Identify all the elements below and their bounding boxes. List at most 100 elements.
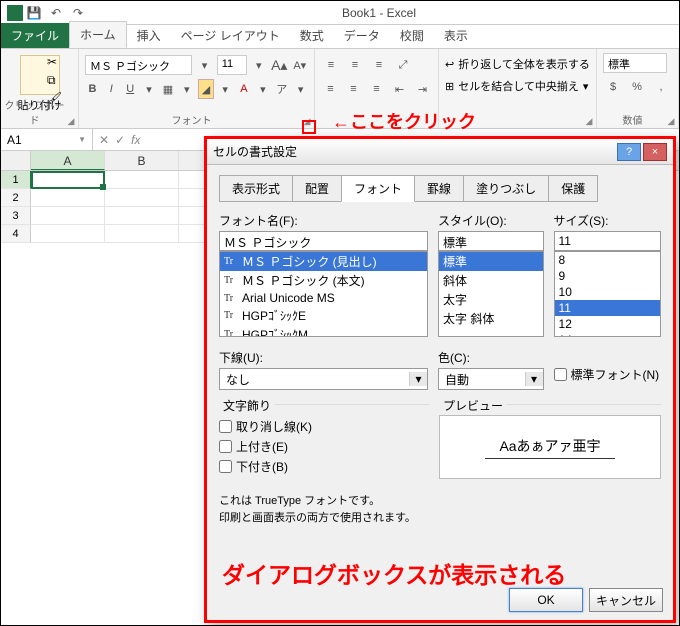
checkbox-icon[interactable] — [219, 440, 232, 453]
superscript-checkbox[interactable]: 上付き(E) — [219, 438, 429, 455]
undo-icon[interactable]: ↶ — [49, 6, 63, 20]
font-name-input[interactable]: ＭＳ Ｐゴシック — [219, 231, 428, 251]
font-name-box[interactable]: ＭＳ Ｐゴシック — [85, 55, 192, 75]
alignment-launcher-icon[interactable]: ◢ — [584, 116, 594, 126]
shrink-font-icon[interactable]: A▾ — [292, 55, 308, 75]
col-header-b[interactable]: B — [105, 151, 179, 170]
list-item[interactable]: 太字 斜体 — [439, 309, 543, 328]
ok-button[interactable]: OK — [509, 588, 583, 612]
list-item[interactable]: TrHGPｺﾞｼｯｸM — [220, 325, 427, 337]
row-header-2[interactable]: 2 — [1, 189, 31, 207]
cell[interactable] — [105, 225, 179, 243]
list-item[interactable]: TrHGPｺﾞｼｯｸE — [220, 306, 427, 325]
chevron-down-icon[interactable]: ▾ — [525, 372, 543, 386]
border-icon[interactable]: ▦ — [161, 79, 176, 99]
select-all-corner[interactable] — [1, 151, 31, 170]
font-name-list[interactable]: TrＭＳ Ｐゴシック (見出し) TrＭＳ Ｐゴシック (本文) TrArial… — [219, 251, 428, 337]
fill-handle[interactable] — [100, 184, 106, 190]
font-size-input[interactable]: 11 — [554, 231, 661, 251]
fill-color-icon[interactable]: ◢ — [198, 79, 213, 99]
bold-button[interactable]: B — [85, 79, 100, 99]
cell[interactable] — [31, 189, 105, 207]
row-header-4[interactable]: 4 — [1, 225, 31, 243]
align-left-icon[interactable]: ≡ — [321, 79, 340, 99]
row-header-3[interactable]: 3 — [1, 207, 31, 225]
active-cell[interactable] — [31, 171, 105, 189]
tab-home[interactable]: ホーム — [69, 21, 127, 48]
tab-insert[interactable]: 挿入 — [127, 23, 171, 48]
indent-inc-icon[interactable]: ⇥ — [413, 79, 432, 99]
tab-border[interactable]: 罫線 — [414, 175, 464, 202]
cell[interactable] — [31, 225, 105, 243]
indent-dec-icon[interactable]: ⇤ — [390, 79, 409, 99]
font-size-list[interactable]: 8 9 10 11 12 14 — [554, 251, 661, 337]
color-dropdown[interactable]: 自動 ▾ — [438, 368, 544, 390]
list-item[interactable]: 斜体 — [439, 271, 543, 290]
underline-dropdown[interactable]: なし ▾ — [219, 368, 428, 390]
align-middle-icon[interactable]: ≡ — [345, 55, 365, 75]
clipboard-launcher-icon[interactable]: ◢ — [66, 116, 76, 126]
tab-font[interactable]: フォント — [341, 175, 415, 202]
list-item[interactable]: 9 — [555, 268, 660, 284]
orientation-icon[interactable]: ⤢ — [393, 55, 413, 75]
align-top-icon[interactable]: ≡ — [321, 55, 341, 75]
cell[interactable] — [105, 171, 179, 189]
percent-icon[interactable]: % — [627, 77, 647, 97]
number-format-box[interactable]: 標準 — [603, 53, 667, 73]
checkbox-icon[interactable] — [219, 460, 232, 473]
cancel-icon[interactable]: ✕ — [99, 133, 109, 147]
grow-font-icon[interactable]: A▴ — [271, 55, 287, 75]
list-item[interactable]: 12 — [555, 316, 660, 332]
tab-view[interactable]: 表示 — [434, 23, 478, 48]
name-box-dropdown-icon[interactable]: ▼ — [78, 135, 86, 144]
align-bottom-icon[interactable]: ≡ — [369, 55, 389, 75]
italic-button[interactable]: I — [104, 79, 119, 99]
list-item[interactable]: TrＭＳ Ｐゴシック (見出し) — [220, 252, 427, 271]
number-launcher-icon[interactable]: ◢ — [666, 116, 676, 126]
underline-dropdown-icon[interactable]: ▾ — [142, 79, 157, 99]
tab-file[interactable]: ファイル — [1, 23, 69, 48]
list-item[interactable]: 標準 — [439, 252, 543, 271]
tab-review[interactable]: 校閲 — [390, 23, 434, 48]
cell[interactable] — [31, 207, 105, 225]
merge-dropdown-icon[interactable]: ▾ — [583, 80, 589, 93]
phonetic-dropdown-icon[interactable]: ▾ — [293, 79, 308, 99]
cancel-button[interactable]: キャンセル — [589, 588, 663, 612]
list-item[interactable]: 8 — [555, 252, 660, 268]
name-box[interactable]: A1 ▼ — [1, 129, 93, 150]
list-item[interactable]: 11 — [555, 300, 660, 316]
border-dropdown-icon[interactable]: ▾ — [179, 79, 194, 99]
tab-page-layout[interactable]: ページ レイアウト — [171, 23, 290, 48]
list-item[interactable]: 太字 — [439, 290, 543, 309]
enter-icon[interactable]: ✓ — [115, 133, 125, 147]
checkbox-icon[interactable] — [219, 420, 232, 433]
align-right-icon[interactable]: ≡ — [367, 79, 386, 99]
cell[interactable] — [105, 189, 179, 207]
tab-formulas[interactable]: 数式 — [290, 23, 334, 48]
strikethrough-checkbox[interactable]: 取り消し線(K) — [219, 418, 429, 435]
checkbox-icon[interactable] — [554, 368, 567, 381]
col-header-a[interactable]: A — [31, 151, 105, 170]
font-style-list[interactable]: 標準 斜体 太字 太字 斜体 — [438, 251, 544, 337]
dialog-help-button[interactable]: ? — [617, 143, 641, 161]
save-icon[interactable]: 💾 — [27, 6, 41, 20]
tab-data[interactable]: データ — [334, 23, 390, 48]
fill-dropdown-icon[interactable]: ▾ — [218, 79, 233, 99]
wrap-text-button[interactable]: ↩ 折り返して全体を表示する — [445, 53, 590, 75]
copy-icon[interactable]: ⧉ — [47, 73, 63, 87]
list-item[interactable]: 14 — [555, 332, 660, 337]
list-item[interactable]: TrArial Unicode MS — [220, 290, 427, 306]
font-color-icon[interactable]: A — [237, 79, 252, 99]
list-item[interactable]: TrＭＳ Ｐゴシック (本文) — [220, 271, 427, 290]
align-center-icon[interactable]: ≡ — [344, 79, 363, 99]
tab-fill[interactable]: 塗りつぶし — [463, 175, 549, 202]
phonetic-icon[interactable]: ア — [274, 79, 289, 99]
subscript-checkbox[interactable]: 下付き(B) — [219, 458, 429, 475]
comma-icon[interactable]: , — [651, 77, 671, 97]
font-name-dropdown-icon[interactable]: ▾ — [196, 55, 212, 75]
row-header-1[interactable]: 1 — [1, 171, 31, 189]
tab-alignment[interactable]: 配置 — [292, 175, 342, 202]
underline-button[interactable]: U — [123, 79, 138, 99]
merge-center-button[interactable]: ⊞ セルを結合して中央揃え ▾ — [445, 75, 590, 97]
normal-font-checkbox[interactable]: 標準フォント(N) — [554, 366, 661, 383]
